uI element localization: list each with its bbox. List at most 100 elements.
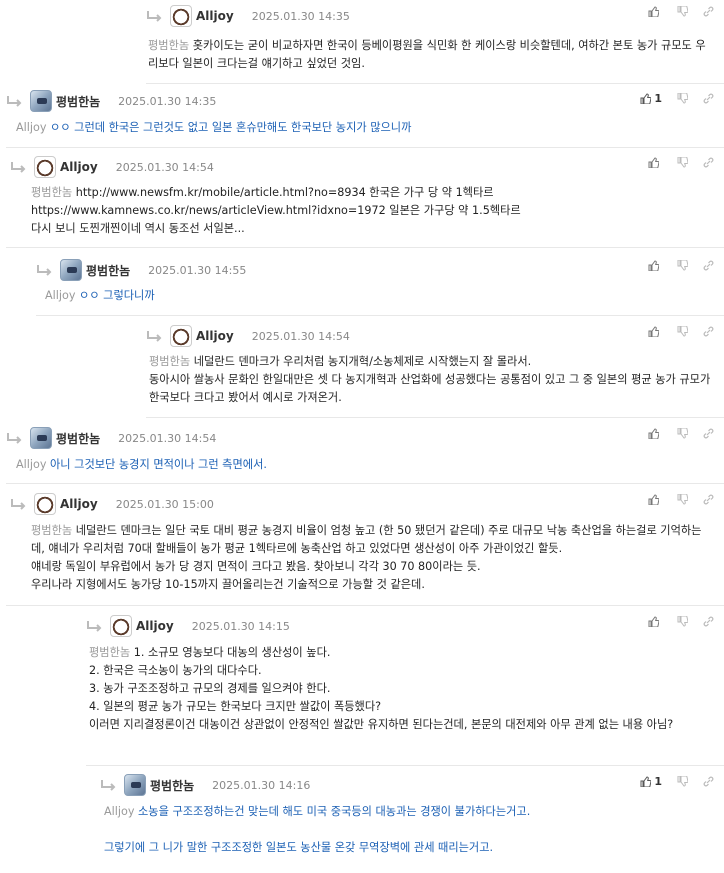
- mention[interactable]: Alljoy: [45, 289, 75, 302]
- author-nick[interactable]: 평범한놈: [150, 777, 194, 794]
- author-nick[interactable]: Alljoy: [60, 497, 98, 511]
- thumbs-down-icon: [677, 776, 688, 787]
- link-button[interactable]: [703, 260, 714, 271]
- comment-actions: 1: [640, 92, 714, 105]
- link-button[interactable]: [703, 616, 714, 627]
- comment-body: Alljoy 아니 그것보단 농경지 면적이나 그런 측면에서.: [16, 458, 267, 471]
- dislike-button[interactable]: [677, 326, 688, 337]
- comment-body: Alljoy 소농을 구조조정하는건 맞는데 해도 미국 중국등의 대농과는 경…: [104, 805, 531, 854]
- avatar[interactable]: [30, 90, 52, 112]
- like-button[interactable]: 1: [640, 92, 662, 105]
- mention[interactable]: 평범한놈: [148, 39, 189, 52]
- link-icon: [703, 428, 714, 439]
- comment-actions: [648, 260, 714, 271]
- avatar[interactable]: [34, 156, 56, 178]
- link-button[interactable]: [703, 93, 714, 104]
- dislike-button[interactable]: [677, 776, 688, 787]
- comment-4: Alljoy 2025.01.30 14:54 평범한놈 네덜란드 덴마크가 우…: [146, 316, 724, 418]
- like-button[interactable]: [648, 494, 662, 505]
- thumbs-down-icon: [677, 326, 688, 337]
- dislike-button[interactable]: [677, 616, 688, 627]
- link-button[interactable]: [703, 326, 714, 337]
- thumbs-up-icon: [648, 326, 659, 337]
- comment-7: Alljoy 2025.01.30 14:15 평범한놈 1. 소규모 영농보다…: [86, 606, 724, 766]
- link-button[interactable]: [703, 157, 714, 168]
- comment-header: Alljoy 2025.01.30 14:54: [146, 325, 350, 347]
- mention[interactable]: Alljoy: [16, 121, 46, 134]
- avatar[interactable]: [30, 427, 52, 449]
- author-nick[interactable]: Alljoy: [196, 9, 234, 23]
- comment-date: 2025.01.30 15:00: [115, 497, 214, 511]
- link-icon: [703, 326, 714, 337]
- reply-arrow-icon: [146, 9, 168, 23]
- avatar[interactable]: [34, 493, 56, 515]
- thumbs-down-icon: [677, 494, 688, 505]
- mention[interactable]: 평범한놈: [31, 186, 72, 199]
- author-nick[interactable]: 평범한놈: [56, 93, 100, 110]
- link-button[interactable]: [703, 428, 714, 439]
- avatar[interactable]: [124, 774, 146, 796]
- thumbs-up-icon: [648, 6, 659, 17]
- avatar[interactable]: [110, 615, 132, 637]
- author-nick[interactable]: 평범한놈: [86, 262, 130, 279]
- link-button[interactable]: [703, 776, 714, 787]
- comment-body: Alljoy ㅇㅇ 그렇다니까: [45, 289, 155, 302]
- author-nick[interactable]: Alljoy: [196, 329, 234, 343]
- like-button[interactable]: [648, 6, 662, 17]
- author-nick[interactable]: 평범한놈: [56, 430, 100, 447]
- like-button[interactable]: 1: [640, 775, 662, 788]
- comment-6: Alljoy 2025.01.30 15:00 평범한놈 네덜란드 덴마크는 일…: [6, 484, 724, 606]
- mention[interactable]: 평범한놈: [149, 355, 190, 368]
- mention[interactable]: 평범한놈: [31, 524, 72, 537]
- reply-arrow-icon: [10, 497, 32, 511]
- reply-arrow-icon: [86, 619, 108, 633]
- comment-date: 2025.01.30 14:55: [148, 263, 247, 277]
- author-nick[interactable]: Alljoy: [60, 160, 98, 174]
- comment-actions: [648, 494, 714, 505]
- like-button[interactable]: [648, 616, 662, 627]
- dislike-button[interactable]: [677, 428, 688, 439]
- thumbs-up-icon: [640, 93, 652, 104]
- comment-date: 2025.01.30 14:54: [115, 160, 214, 174]
- dislike-button[interactable]: [677, 494, 688, 505]
- reply-arrow-icon: [100, 778, 122, 792]
- dislike-button[interactable]: [677, 6, 688, 17]
- thumbs-down-icon: [677, 157, 688, 168]
- avatar[interactable]: [60, 259, 82, 281]
- link-icon: [703, 776, 714, 787]
- thumbs-up-icon: [648, 157, 659, 168]
- comment-actions: [648, 157, 714, 168]
- like-button[interactable]: [648, 326, 662, 337]
- avatar[interactable]: [170, 325, 192, 347]
- mention[interactable]: Alljoy: [104, 805, 134, 818]
- thumbs-down-icon: [677, 616, 688, 627]
- reply-arrow-icon: [10, 160, 32, 174]
- avatar[interactable]: [170, 5, 192, 27]
- link-button[interactable]: [703, 494, 714, 505]
- comment-header: 평범한놈 2025.01.30 14:54: [6, 427, 216, 449]
- mention[interactable]: Alljoy: [16, 458, 46, 471]
- comment-0: Alljoy 2025.01.30 14:35 평범한놈 홋카이도는 굳이 비교…: [146, 0, 724, 84]
- comment-body: 평범한놈 홋카이도는 굳이 비교하자면 한국이 등베이평원을 식민화 한 케이스…: [148, 39, 706, 70]
- like-button[interactable]: [648, 260, 662, 271]
- reply-arrow-icon: [146, 329, 168, 343]
- mention[interactable]: 평범한놈: [89, 646, 130, 659]
- thumbs-up-icon: [648, 616, 659, 627]
- link-icon: [703, 157, 714, 168]
- link-icon: [703, 260, 714, 271]
- like-button[interactable]: [648, 157, 662, 168]
- link-button[interactable]: [703, 6, 714, 17]
- dislike-button[interactable]: [677, 93, 688, 104]
- dislike-button[interactable]: [677, 260, 688, 271]
- thumbs-up-icon: [648, 494, 659, 505]
- comment-actions: [648, 326, 714, 337]
- author-nick[interactable]: Alljoy: [136, 619, 174, 633]
- comment-header: 평범한놈 2025.01.30 14:55: [36, 259, 246, 281]
- comment-2: Alljoy 2025.01.30 14:54 평범한놈 http://www.…: [6, 148, 724, 248]
- link-icon: [703, 6, 714, 17]
- like-count: 1: [654, 92, 662, 105]
- link-icon: [703, 494, 714, 505]
- comment-date: 2025.01.30 14:16: [212, 778, 311, 792]
- like-button[interactable]: [648, 428, 662, 439]
- dislike-button[interactable]: [677, 157, 688, 168]
